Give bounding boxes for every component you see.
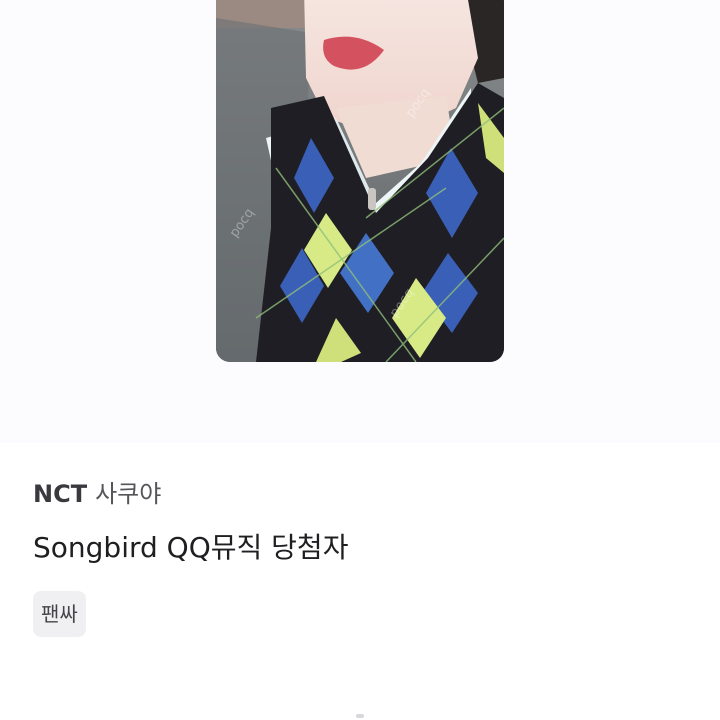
brand-line[interactable]: NCT 사쿠야: [33, 478, 693, 510]
member-name[interactable]: 사쿠야: [95, 480, 161, 508]
product-image-area[interactable]: pocq pocq pocq: [0, 0, 720, 443]
photocard-image[interactable]: pocq pocq pocq: [216, 0, 504, 362]
product-title: Songbird QQ뮤직 당첨자: [33, 531, 349, 564]
category-tag[interactable]: 팬싸: [33, 591, 86, 637]
photocard-picture: pocq pocq pocq: [216, 0, 504, 362]
product-info: NCT 사쿠야 Songbird QQ뮤직 당첨자 팬싸: [33, 478, 693, 637]
product-detail-screen: pocq pocq pocq NCT 사쿠야 Songbird QQ뮤직 당첨자 …: [0, 0, 720, 720]
scroll-indicator: [356, 714, 364, 718]
brand-name[interactable]: NCT: [33, 480, 87, 508]
